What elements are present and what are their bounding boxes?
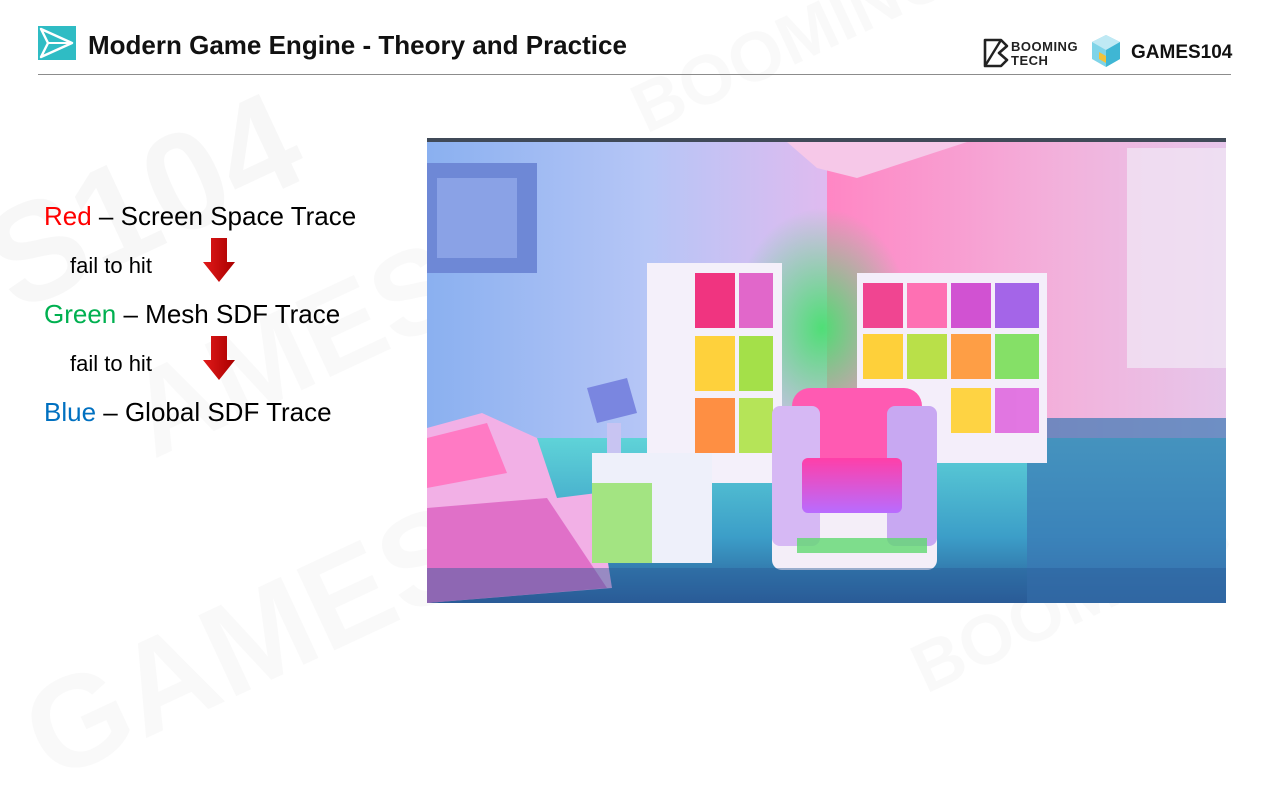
play-triangle-icon xyxy=(38,26,76,60)
legend-red-line: Red – Screen Space Trace xyxy=(44,196,356,236)
legend-red-word: Red xyxy=(44,201,92,231)
booming-tech-logo: BOOMING TECH xyxy=(983,38,1078,68)
trace-legend: Red – Screen Space Trace fail to hit Gre… xyxy=(44,196,356,432)
slide-header: Modern Game Engine - Theory and Practice… xyxy=(0,0,1280,76)
fail-to-hit-label: fail to hit xyxy=(70,351,152,376)
legend-blue-word: Blue xyxy=(44,397,97,427)
legend-step-1: fail to hit xyxy=(70,236,356,294)
legend-red-text: – Screen Space Trace xyxy=(91,201,357,231)
down-arrow-icon xyxy=(203,238,235,282)
legend-blue-line: Blue – Global SDF Trace xyxy=(44,392,356,432)
header-divider xyxy=(38,74,1231,75)
trace-visualization-image xyxy=(427,138,1226,603)
legend-blue-text: – Global SDF Trace xyxy=(96,397,332,427)
legend-green-word: Green xyxy=(44,299,117,329)
legend-step-2: fail to hit xyxy=(70,334,356,392)
page-title: Modern Game Engine - Theory and Practice xyxy=(88,30,627,60)
legend-green-line: Green – Mesh SDF Trace xyxy=(44,294,356,334)
svg-text:BOOMING: BOOMING xyxy=(1011,39,1078,54)
svg-text:GAMES104: GAMES104 xyxy=(1131,42,1233,63)
legend-green-text: – Mesh SDF Trace xyxy=(116,299,341,329)
fail-to-hit-label: fail to hit xyxy=(70,253,152,278)
games104-cube-logo: GAMES104 xyxy=(1092,35,1233,67)
svg-text:TECH: TECH xyxy=(1011,53,1048,68)
down-arrow-icon xyxy=(203,336,235,380)
